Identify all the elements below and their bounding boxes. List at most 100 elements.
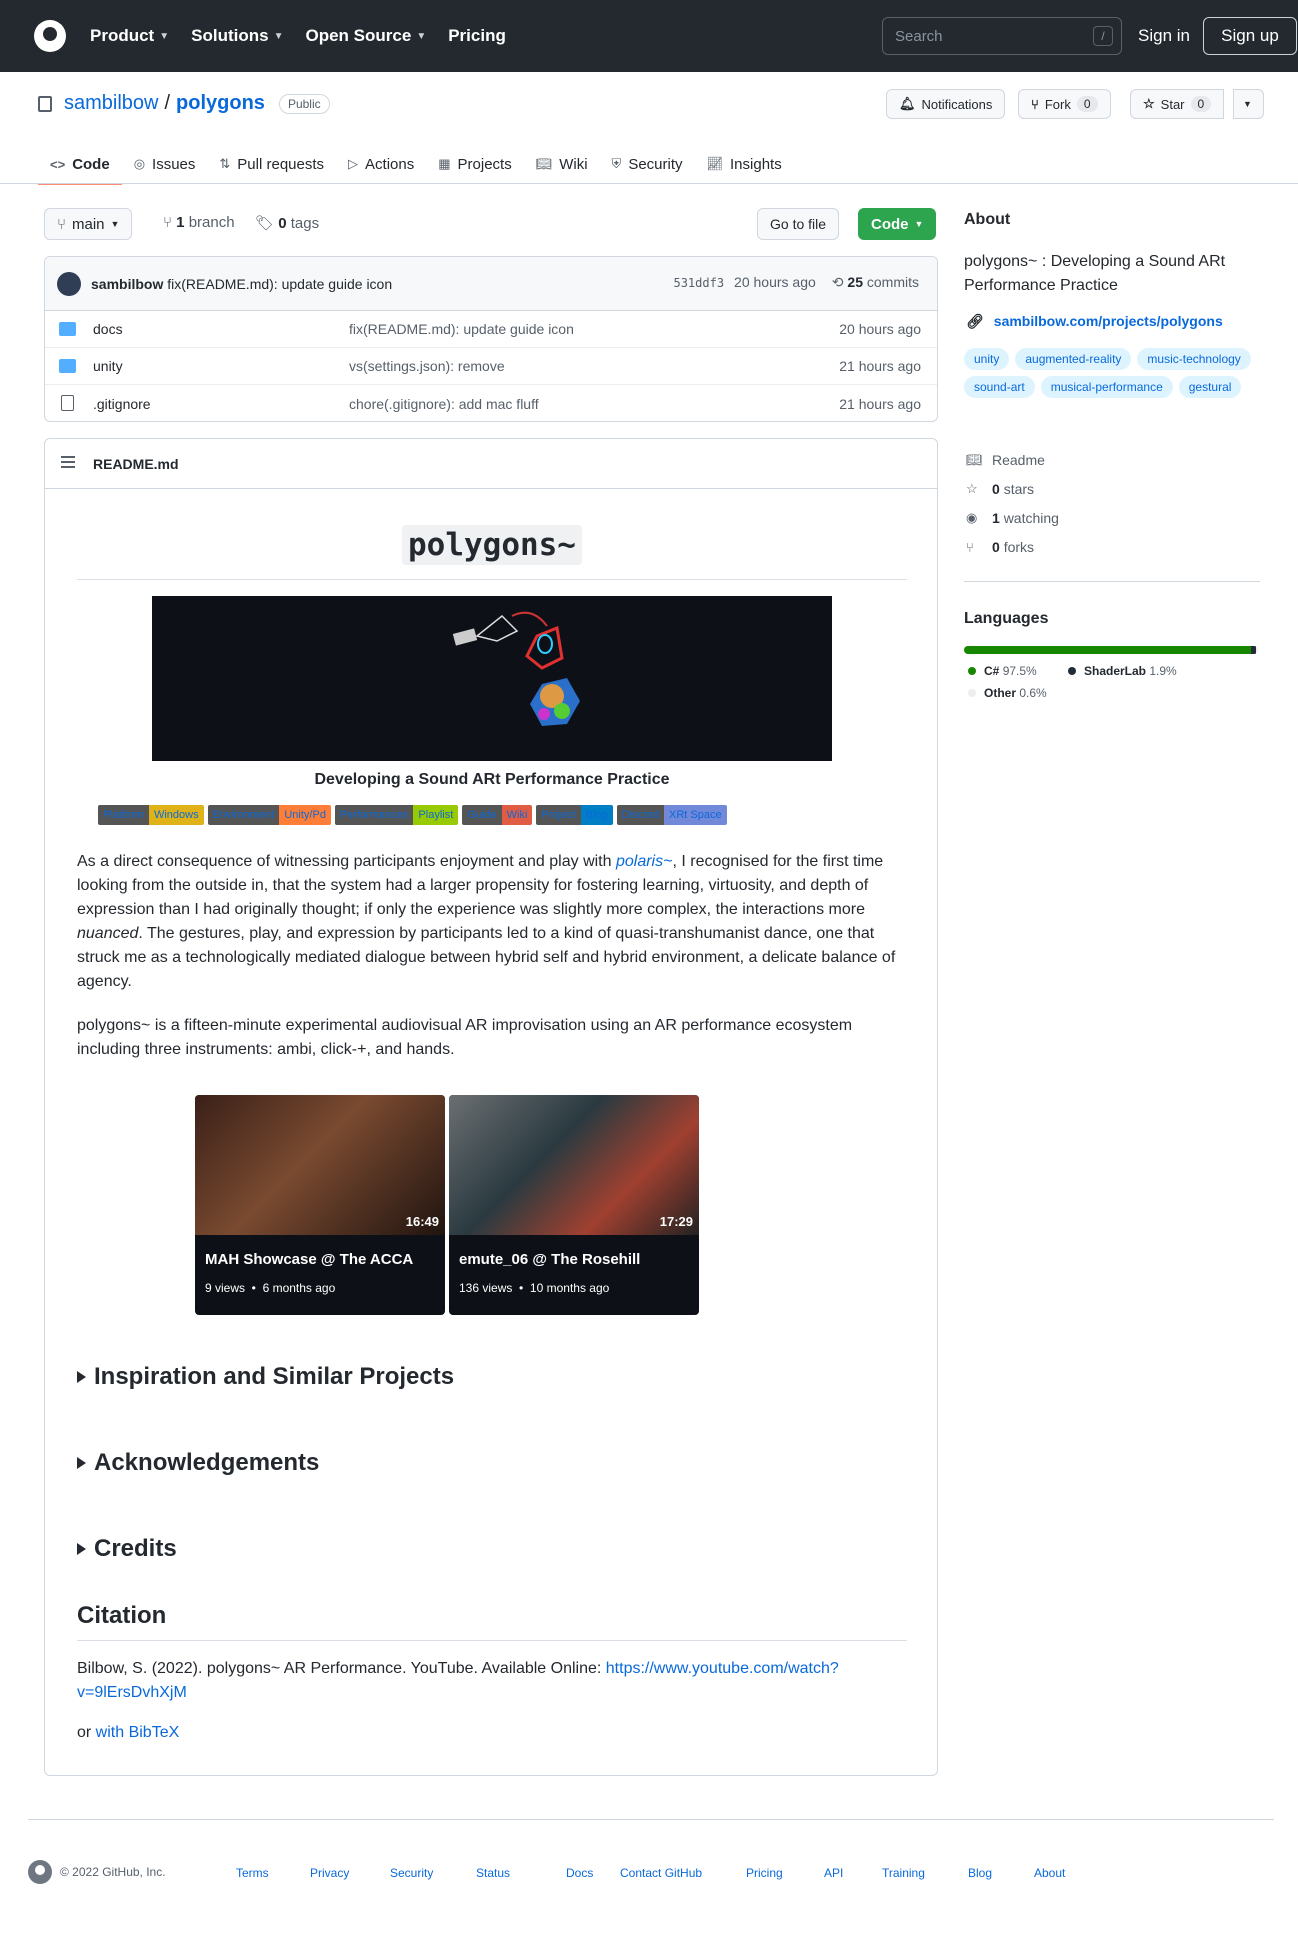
github-logo-icon[interactable] <box>34 20 66 52</box>
commit-author[interactable]: sambilbow <box>91 276 163 292</box>
branches-link[interactable]: ⑂ 1 branch <box>163 214 235 231</box>
tab-insights[interactable]: 📈︎ Insights <box>695 146 794 182</box>
tags-link[interactable]: 🏷︎ 0 tags <box>255 214 319 232</box>
details-credits[interactable]: Credits <box>77 1535 177 1563</box>
badge-performances[interactable]: Performances Playlist <box>334 805 459 825</box>
nav-solutions[interactable]: Solutions ▼ <box>191 26 283 46</box>
footer-link-contact[interactable]: Contact GitHub <box>620 1866 746 1880</box>
star-icon: ☆ <box>966 481 978 496</box>
star-dropdown-button[interactable]: ▼ <box>1233 89 1264 119</box>
topic-tag[interactable]: gestural <box>1178 376 1242 398</box>
file-commit-message[interactable]: vs(settings.json): remove <box>349 358 505 374</box>
tab-security[interactable]: ⛨ Security <box>600 146 695 182</box>
tab-pull-requests[interactable]: ⇅ Pull requests <box>207 146 336 182</box>
branch-select-button[interactable]: ⑂ main ▼ <box>44 208 133 240</box>
file-commit-message[interactable]: chore(.gitignore): add mac fluff <box>349 396 539 412</box>
website-link[interactable]: 🔗︎ sambilbow.com/projects/polygons <box>966 313 1223 330</box>
sign-in-link[interactable]: Sign in <box>1138 26 1190 46</box>
nav-product[interactable]: Product ▼ <box>90 26 169 46</box>
star-button[interactable]: ☆ Star 0 <box>1130 89 1225 119</box>
file-row[interactable]: docs fix(README.md): update guide icon 2… <box>45 311 937 348</box>
file-row[interactable]: .gitignore chore(.gitignore): add mac fl… <box>45 385 937 421</box>
repo-owner-link[interactable]: sambilbow <box>64 92 158 115</box>
file-row[interactable]: unity vs(settings.json): remove 21 hours… <box>45 348 937 385</box>
file-name[interactable]: .gitignore <box>93 396 151 412</box>
file-age: 21 hours ago <box>839 395 921 412</box>
video-title: MAH Showcase @ The ACCA <box>205 1251 414 1268</box>
repo-name-link[interactable]: polygons <box>176 92 265 115</box>
footer: © 2022 GitHub, Inc. <box>28 1860 166 1884</box>
fork-icon: ⑂ <box>1031 96 1039 112</box>
avatar[interactable] <box>57 271 81 296</box>
topic-list: unity augmented-reality music-technology… <box>964 348 1264 398</box>
footer-link-security[interactable]: Security <box>390 1866 476 1880</box>
commits-link[interactable]: ⟲ 25 commits <box>832 274 919 291</box>
tab-actions[interactable]: ▷ Actions <box>336 146 426 182</box>
badge-environment[interactable]: Environment Unity/Pd <box>207 805 331 825</box>
badge-platform[interactable]: Platform Windows <box>98 805 204 825</box>
commit-sha[interactable]: 531ddf3 <box>673 274 724 291</box>
bibtex-link[interactable]: with BibTeX <box>96 1724 180 1741</box>
shield-icon: ⛨ <box>611 156 622 171</box>
file-name[interactable]: unity <box>93 358 123 374</box>
link-icon: 🔗︎ <box>966 313 984 329</box>
topic-tag[interactable]: sound-art <box>964 376 1035 398</box>
github-logo-icon[interactable] <box>28 1860 52 1884</box>
notifications-button[interactable]: 🔔︎ Notifications <box>886 89 1006 119</box>
badge-discord[interactable]: Discord XRt Space <box>616 805 727 825</box>
folder-icon <box>59 359 76 373</box>
footer-link-api[interactable]: API <box>824 1866 882 1880</box>
file-name[interactable]: docs <box>93 321 123 337</box>
details-acknowledgements[interactable]: Acknowledgements <box>77 1449 319 1477</box>
topic-tag[interactable]: music-technology <box>1137 348 1251 370</box>
topic-tag[interactable]: musical-performance <box>1040 376 1173 398</box>
nav-open-source[interactable]: Open Source ▼ <box>306 26 427 46</box>
footer-link-about[interactable]: About <box>1034 1866 1084 1880</box>
footer-link-status[interactable]: Status <box>476 1866 566 1880</box>
stars-link[interactable]: ☆ 0 stars <box>966 481 1034 497</box>
footer-link-docs[interactable]: Docs <box>566 1866 620 1880</box>
list-icon[interactable] <box>61 456 75 468</box>
language-item[interactable]: Other 0.6% <box>968 686 1047 700</box>
commit-message[interactable]: fix(README.md): update guide icon <box>167 276 392 292</box>
file-age: 20 hours ago <box>839 321 921 337</box>
code-button[interactable]: Code ▼ <box>858 208 937 240</box>
badge-guide[interactable]: Guide Wiki <box>462 805 533 825</box>
fork-button[interactable]: ⑂ Fork 0 <box>1018 89 1111 119</box>
language-item[interactable]: C# 97.5% <box>968 664 1037 678</box>
nav-pricing[interactable]: Pricing <box>448 26 506 46</box>
language-item[interactable]: ShaderLab 1.9% <box>1068 664 1177 678</box>
forks-link[interactable]: ⑂ 0 forks <box>966 539 1034 555</box>
readme-link[interactable]: 📖︎ Readme <box>966 452 1045 468</box>
video-thumbnail: 17:29 <box>449 1095 699 1235</box>
footer-link-pricing[interactable]: Pricing <box>746 1866 824 1880</box>
footer-link-privacy[interactable]: Privacy <box>310 1866 390 1880</box>
polaris-link[interactable]: polaris~ <box>616 853 672 870</box>
footer-link-terms[interactable]: Terms <box>236 1866 310 1880</box>
sign-up-button[interactable]: Sign up <box>1203 17 1297 55</box>
go-to-file-button[interactable]: Go to file <box>757 208 840 240</box>
tab-issues[interactable]: ◎ Issues <box>122 146 208 182</box>
code-icon: <> <box>50 157 66 172</box>
hero-illustration <box>452 611 580 726</box>
file-commit-message[interactable]: fix(README.md): update guide icon <box>349 321 574 337</box>
play-icon: ▷ <box>348 156 359 171</box>
tab-wiki[interactable]: 📖︎ Wiki <box>524 146 600 182</box>
chevron-down-icon: ▼ <box>159 31 170 43</box>
footer-link-blog[interactable]: Blog <box>968 1866 1034 1880</box>
tab-projects[interactable]: ▦ Projects <box>426 146 523 182</box>
topic-tag[interactable]: augmented-reality <box>1015 348 1132 370</box>
badge-project[interactable]: Project Blog <box>536 805 613 825</box>
video-card[interactable]: 16:49 MAH Showcase @ The ACCA 9 views • … <box>195 1095 445 1315</box>
book-icon: 📖︎ <box>966 452 983 467</box>
topic-tag[interactable]: unity <box>964 348 1010 370</box>
details-inspiration[interactable]: Inspiration and Similar Projects <box>77 1363 454 1391</box>
footer-link-training[interactable]: Training <box>882 1866 968 1880</box>
search-input[interactable]: Search / <box>882 17 1122 55</box>
video-card[interactable]: 17:29 emute_06 @ The Rosehill 136 views … <box>449 1095 699 1315</box>
eye-icon: ◉ <box>966 510 978 525</box>
video-title: emute_06 @ The Rosehill <box>459 1251 641 1268</box>
watchers-link[interactable]: ◉ 1 watching <box>966 510 1059 526</box>
search-shortcut-key: / <box>1093 26 1113 46</box>
tab-code[interactable]: <> Code <box>38 146 122 185</box>
